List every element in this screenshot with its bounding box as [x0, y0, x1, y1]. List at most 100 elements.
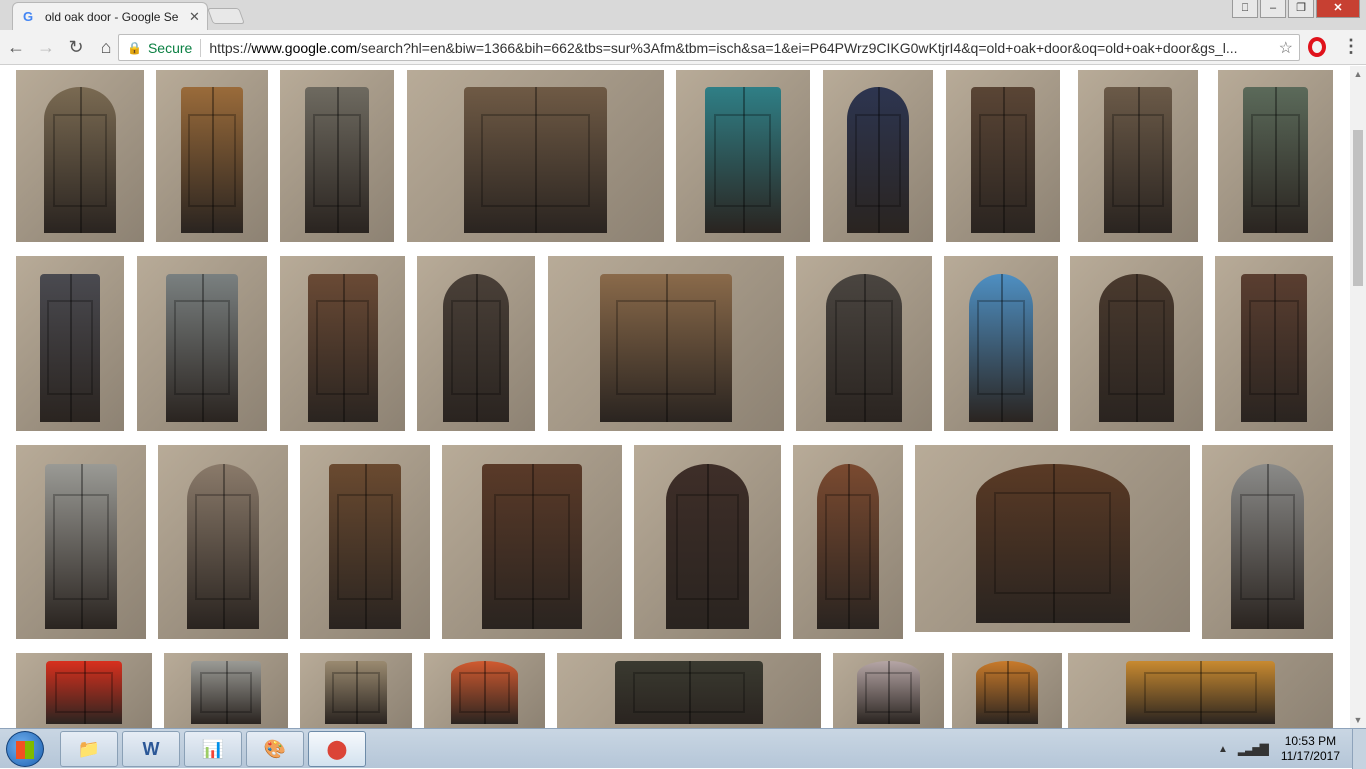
image-result-thumbnail[interactable]	[1215, 256, 1333, 431]
show-hidden-icons-icon[interactable]: ▲	[1218, 744, 1228, 755]
taskbar-word[interactable]: W	[122, 731, 180, 767]
image-result-thumbnail[interactable]	[158, 445, 288, 639]
door-image	[976, 660, 1038, 725]
door-image	[186, 464, 260, 630]
tab-close-icon[interactable]: ✕	[189, 9, 200, 25]
image-result-thumbnail[interactable]	[793, 445, 903, 639]
image-result-thumbnail[interactable]	[424, 653, 545, 728]
image-result-thumbnail[interactable]	[1070, 256, 1203, 431]
show-desktop-button[interactable]	[1352, 729, 1366, 769]
image-result-thumbnail[interactable]	[300, 653, 412, 728]
door-panel	[450, 300, 502, 396]
door-image	[39, 273, 101, 423]
image-result-thumbnail[interactable]	[16, 445, 146, 639]
image-result-thumbnail[interactable]	[16, 256, 124, 431]
reload-button[interactable]: ↻	[62, 33, 90, 61]
address-bar[interactable]: 🔒 Secure https://www.google.com/search?h…	[118, 34, 1300, 61]
network-signal-icon[interactable]: ▂▃▅▇	[1238, 742, 1269, 756]
image-result-thumbnail[interactable]	[1068, 653, 1333, 728]
image-result-thumbnail[interactable]	[1078, 70, 1198, 242]
door-image	[599, 273, 733, 423]
bookmark-star-icon[interactable]: ☆	[1279, 38, 1293, 58]
image-result-thumbnail[interactable]	[442, 445, 622, 639]
system-tray: ▲ ▂▃▅▇ 10:53 PM 11/17/2017	[1218, 729, 1366, 769]
image-result-thumbnail[interactable]	[300, 445, 430, 639]
chrome-icon: ⬤	[326, 738, 348, 759]
door-image	[817, 464, 879, 630]
start-button[interactable]	[6, 731, 44, 767]
image-result-thumbnail[interactable]	[952, 653, 1062, 728]
image-result-thumbnail[interactable]	[823, 70, 933, 242]
image-result-thumbnail[interactable]	[280, 256, 405, 431]
door-image	[305, 87, 369, 234]
paint-palette-icon: 🎨	[263, 738, 287, 759]
image-result-thumbnail[interactable]	[1202, 445, 1333, 639]
door-panel	[1251, 113, 1300, 208]
scroll-down-arrow-icon[interactable]: ▼	[1350, 712, 1366, 728]
image-result-thumbnail[interactable]	[676, 70, 810, 242]
back-button[interactable]: ←	[2, 33, 30, 61]
close-button[interactable]: ✕	[1316, 0, 1360, 18]
image-result-thumbnail[interactable]	[16, 653, 152, 728]
image-result-thumbnail[interactable]	[946, 70, 1060, 242]
image-result-thumbnail[interactable]	[16, 70, 144, 242]
door-panel	[676, 494, 739, 600]
image-result-thumbnail[interactable]	[137, 256, 267, 431]
home-button[interactable]: ⌂	[92, 33, 120, 61]
forward-button[interactable]: →	[32, 33, 60, 61]
image-result-thumbnail[interactable]	[557, 653, 821, 728]
door-panel	[337, 494, 393, 600]
url-host: www.google.com	[251, 39, 358, 56]
browser-tab[interactable]: G old oak door - Google Se ✕	[12, 2, 208, 30]
door-image	[328, 464, 402, 630]
door-image	[969, 273, 1033, 423]
door-panel	[53, 494, 109, 600]
door-image	[307, 273, 378, 423]
image-result-thumbnail[interactable]	[796, 256, 932, 431]
door-panel	[632, 671, 746, 713]
image-result-thumbnail[interactable]	[833, 653, 944, 728]
secure-label: Secure	[147, 39, 193, 56]
taskbar-explorer[interactable]: 📁	[60, 731, 118, 767]
taskbar-chrome[interactable]: ⬤	[308, 731, 366, 767]
door-panel	[864, 671, 913, 713]
chrome-menu-icon[interactable]: ⋮	[1342, 36, 1360, 57]
url-path: /search?hl=en&biw=1366&bih=662&tbs=sur%3…	[357, 39, 1238, 56]
taskbar-spreadsheet[interactable]: 📊	[184, 731, 242, 767]
clock[interactable]: 10:53 PM 11/17/2017	[1281, 734, 1340, 764]
windows-taskbar: 📁 W 📊 🎨 ⬤ ▲ ▂▃▅▇ 10:53 PM 11/17/2017	[0, 728, 1366, 769]
door-panel	[199, 671, 253, 713]
door-panel	[458, 671, 511, 713]
door-image	[975, 463, 1130, 623]
image-result-thumbnail[interactable]	[280, 70, 394, 242]
scroll-up-arrow-icon[interactable]: ▲	[1350, 66, 1366, 82]
new-tab-button[interactable]	[207, 8, 245, 24]
tab-title: old oak door - Google Se	[45, 9, 179, 24]
door-image	[44, 464, 118, 630]
opera-extension-icon[interactable]	[1308, 37, 1326, 57]
image-result-thumbnail[interactable]	[1218, 70, 1333, 242]
clock-time: 10:53 PM	[1284, 734, 1337, 748]
image-result-thumbnail[interactable]	[417, 256, 535, 431]
scrollbar-thumb[interactable]	[1353, 130, 1363, 286]
image-result-thumbnail[interactable]	[944, 256, 1058, 431]
image-result-thumbnail[interactable]	[156, 70, 268, 242]
image-result-thumbnail[interactable]	[407, 70, 664, 242]
taskbar-paint[interactable]: 🎨	[246, 731, 304, 767]
door-panel	[312, 113, 362, 208]
profile-button[interactable]: ⎕	[1232, 0, 1258, 18]
door-image	[705, 87, 781, 234]
image-result-thumbnail[interactable]	[915, 445, 1190, 632]
image-result-thumbnail[interactable]	[164, 653, 288, 728]
minimize-button[interactable]: –	[1260, 0, 1286, 18]
door-image	[481, 464, 583, 630]
url-text[interactable]: https://www.google.com/search?hl=en&biw=…	[209, 40, 1269, 56]
windows-logo-icon	[16, 741, 34, 759]
door-panel	[493, 494, 571, 600]
page-scrollbar[interactable]: ▲ ▼	[1350, 66, 1366, 728]
image-result-thumbnail[interactable]	[548, 256, 784, 431]
maximize-button[interactable]: ❐	[1288, 0, 1314, 18]
door-panel	[835, 300, 893, 396]
door-panel	[52, 113, 108, 208]
image-result-thumbnail[interactable]	[634, 445, 781, 639]
